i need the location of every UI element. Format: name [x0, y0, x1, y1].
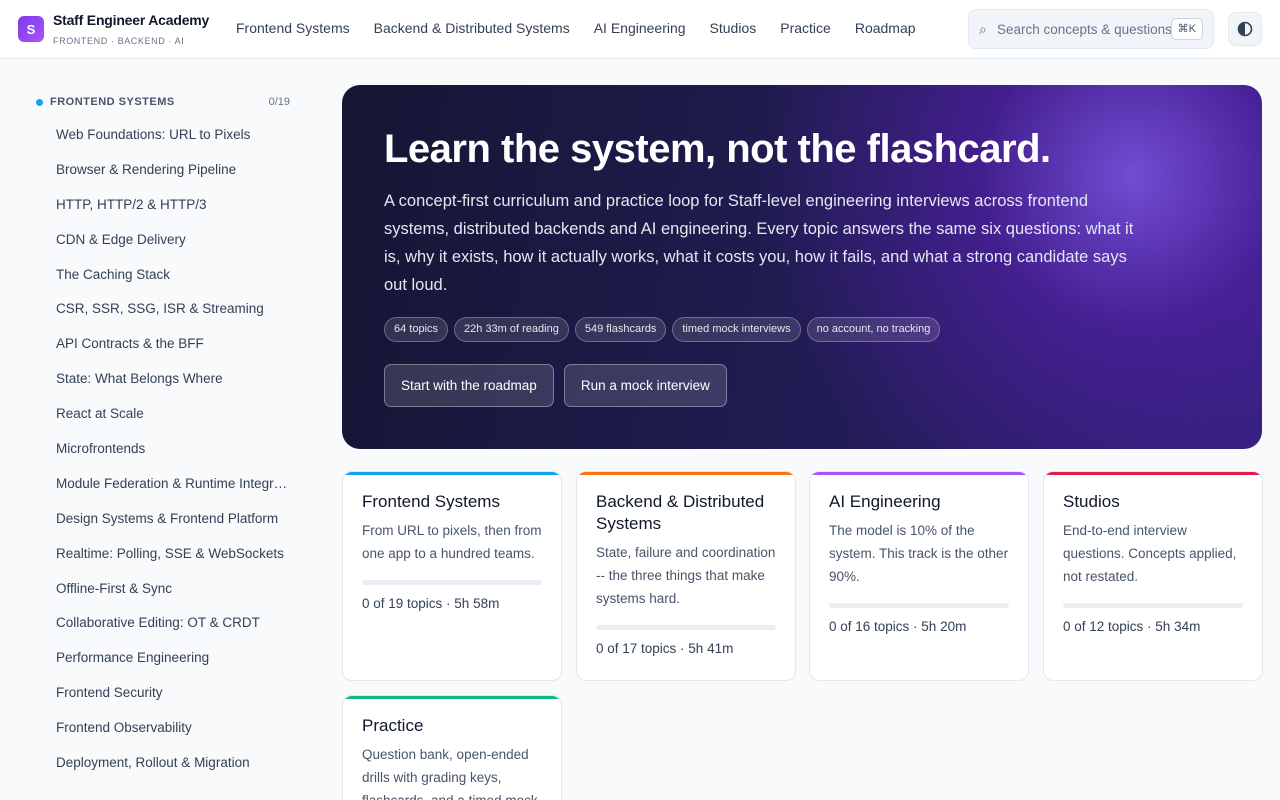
stat-chip: 549 flashcards [574, 317, 667, 342]
sidebar-item[interactable]: Offline-First & Sync [56, 579, 292, 614]
card-title: Practice [362, 716, 424, 735]
nav-backend-distributed-systems[interactable]: Backend & Distributed Systems [374, 20, 570, 36]
card-progress-bar [596, 625, 776, 630]
card-title: Frontend Systems [362, 492, 500, 511]
start-roadmap-button[interactable]: Start with the roadmap [384, 364, 554, 407]
track-card-backend-distributed-systems[interactable]: Backend & Distributed Systems State, fai… [576, 471, 796, 681]
theme-toggle-button[interactable] [1228, 12, 1262, 46]
stat-chip: no account, no tracking [806, 317, 941, 342]
track-card-practice[interactable]: Practice Question bank, open-ended drill… [342, 695, 562, 800]
main-nav: Frontend Systems Backend & Distributed S… [236, 20, 916, 36]
search-shortcut-badge: ⌘K [1170, 18, 1203, 40]
nav-ai-engineering[interactable]: AI Engineering [594, 20, 686, 36]
sidebar: FRONTEND SYSTEMS 0/19 Web Foundations: U… [0, 59, 310, 800]
hero-banner: Learn the system, not the flashcard. A c… [342, 85, 1262, 449]
card-description: State, failure and coordination -- the t… [596, 545, 776, 606]
section-dot-icon [36, 99, 43, 106]
contrast-icon [1237, 21, 1253, 37]
sidebar-item[interactable]: Microfrontends [56, 439, 292, 474]
hero-description: A concept-first curriculum and practice … [384, 192, 1134, 294]
stat-chip: timed mock interviews [672, 317, 801, 342]
track-card-frontend-systems[interactable]: Frontend Systems From URL to pixels, the… [342, 471, 562, 681]
sidebar-item[interactable]: CSR, SSR, SSG, ISR & Streaming [56, 299, 292, 334]
sidebar-item[interactable]: CDN & Edge Delivery [56, 230, 292, 265]
card-title: Studios [1063, 492, 1120, 511]
sidebar-item[interactable]: Module Federation & Runtime Integra… [56, 474, 292, 509]
sidebar-item[interactable]: Collaborative Editing: OT & CRDT [56, 613, 292, 648]
brand-subtitle: FRONTEND · BACKEND · AI [53, 36, 185, 46]
search-box[interactable]: ⌕ Search concepts & questions ⌘K [968, 9, 1214, 49]
card-accent-bar [343, 696, 561, 699]
card-progress-bar [1063, 603, 1243, 608]
stat-chip: 22h 33m of reading [454, 317, 569, 342]
card-meta: 0 of 12 topics · 5h 34m [1063, 619, 1201, 634]
nav-practice[interactable]: Practice [780, 20, 831, 36]
card-description: The model is 10% of the system. This tra… [829, 523, 1009, 584]
run-mock-interview-button[interactable]: Run a mock interview [563, 364, 727, 407]
card-accent-bar [577, 472, 795, 475]
sidebar-item[interactable]: React at Scale [56, 404, 292, 439]
card-accent-bar [810, 472, 1028, 475]
sidebar-item[interactable]: HTTP, HTTP/2 & HTTP/3 [56, 195, 292, 230]
brand-title[interactable]: Staff Engineer Academy [53, 12, 209, 28]
card-description: End-to-end interview questions. Concepts… [1063, 523, 1237, 584]
sidebar-item[interactable]: Design Systems & Frontend Platform [56, 509, 292, 544]
logo-icon[interactable]: S [18, 16, 44, 42]
sidebar-section-progress: 0/19 [268, 96, 290, 108]
sidebar-item[interactable]: Realtime: Polling, SSE & WebSockets [56, 544, 292, 579]
sidebar-item[interactable]: State: What Belongs Where [56, 369, 292, 404]
sidebar-item[interactable]: Web Foundations: URL to Pixels [56, 125, 292, 160]
sidebar-item[interactable]: The Caching Stack [56, 265, 292, 300]
track-card-studios[interactable]: Studios End-to-end interview questions. … [1043, 471, 1263, 681]
card-progress-bar [362, 580, 542, 585]
hero-stat-chips: 64 topics 22h 33m of reading 549 flashca… [384, 317, 941, 342]
hero-title: Learn the system, not the flashcard. [384, 127, 1051, 171]
nav-studios[interactable]: Studios [710, 20, 757, 36]
nav-roadmap[interactable]: Roadmap [855, 20, 916, 36]
hero-actions: Start with the roadmap Run a mock interv… [384, 364, 727, 407]
search-icon: ⌕ [979, 21, 987, 37]
sidebar-item[interactable]: Deployment, Rollout & Migration [56, 753, 292, 788]
card-description: Question bank, open-ended drills with gr… [362, 747, 538, 800]
card-accent-bar [1044, 472, 1262, 475]
search-placeholder: Search concepts & questions [997, 22, 1172, 37]
card-title: AI Engineering [829, 492, 941, 511]
sidebar-item[interactable]: API Contracts & the BFF [56, 334, 292, 369]
stat-chip: 64 topics [384, 317, 449, 342]
sidebar-section-header[interactable]: FRONTEND SYSTEMS 0/19 [36, 96, 290, 110]
sidebar-section-title: FRONTEND SYSTEMS [50, 96, 175, 108]
sidebar-item[interactable]: Performance Engineering [56, 648, 292, 683]
card-title: Backend & Distributed Systems [596, 492, 765, 533]
card-description: From URL to pixels, then from one app to… [362, 523, 542, 561]
sidebar-topic-list: Web Foundations: URL to Pixels Browser &… [56, 125, 292, 788]
card-meta: 0 of 16 topics · 5h 20m [829, 619, 967, 634]
nav-frontend-systems[interactable]: Frontend Systems [236, 20, 350, 36]
track-card-ai-engineering[interactable]: AI Engineering The model is 10% of the s… [809, 471, 1029, 681]
sidebar-item[interactable]: Frontend Observability [56, 718, 292, 753]
card-progress-bar [829, 603, 1009, 608]
top-header: S Staff Engineer Academy FRONTEND · BACK… [0, 0, 1280, 59]
sidebar-item[interactable]: Browser & Rendering Pipeline [56, 160, 292, 195]
card-meta: 0 of 17 topics · 5h 41m [596, 641, 734, 656]
card-accent-bar [343, 472, 561, 475]
card-meta: 0 of 19 topics · 5h 58m [362, 596, 500, 611]
sidebar-item[interactable]: Frontend Security [56, 683, 292, 718]
